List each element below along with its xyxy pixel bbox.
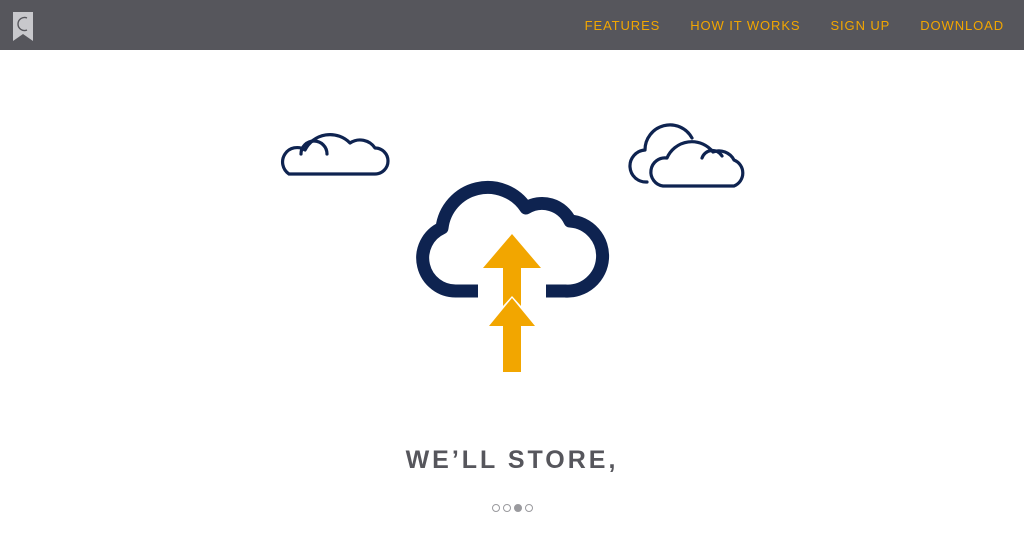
double-cloud-icon <box>628 123 745 188</box>
hero-headline: WE’LL STORE, <box>405 446 619 474</box>
carousel-dot-1[interactable] <box>491 504 500 512</box>
carousel-dot-2[interactable] <box>502 504 511 512</box>
bookmark-c-logo-icon[interactable] <box>12 11 34 42</box>
hero-illustration <box>281 123 745 372</box>
nav-how-it-works[interactable]: HOW IT WORKS <box>690 18 800 33</box>
main-nav: FEATURES HOW IT WORKS SIGN UP DOWNLOAD <box>585 0 1004 50</box>
nav-features[interactable]: FEATURES <box>585 18 661 33</box>
cloud-icon <box>281 133 390 176</box>
cloud-upload-icon <box>416 180 610 372</box>
carousel-dot-4[interactable] <box>524 504 533 512</box>
nav-sign-up[interactable]: SIGN UP <box>830 18 890 33</box>
carousel-dot-3-active[interactable] <box>513 504 522 512</box>
nav-download[interactable]: DOWNLOAD <box>920 18 1004 33</box>
carousel-dots <box>0 504 1024 512</box>
top-navigation-bar: FEATURES HOW IT WORKS SIGN UP DOWNLOAD <box>0 0 1024 50</box>
